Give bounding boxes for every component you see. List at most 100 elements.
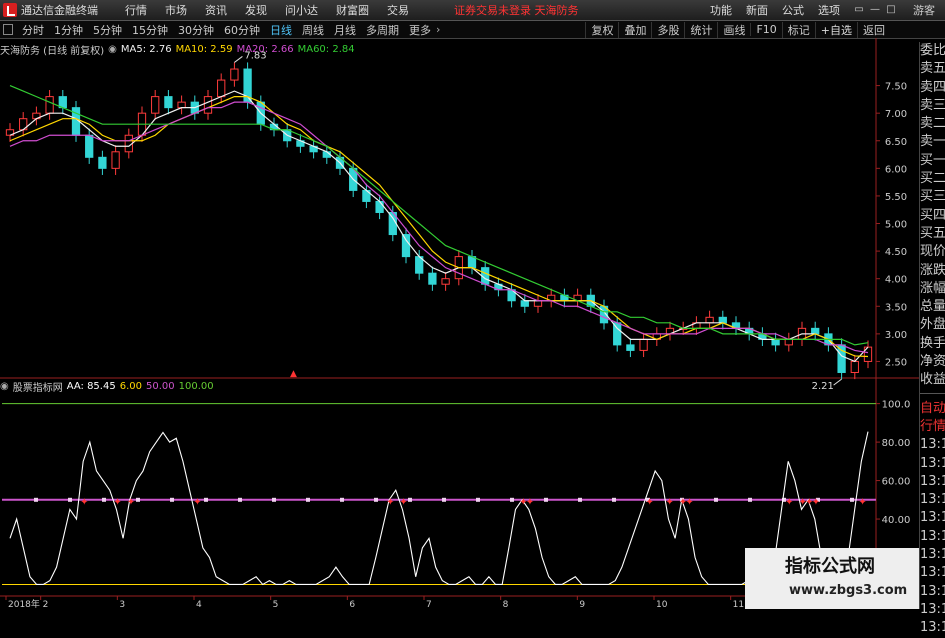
level-50-dot xyxy=(544,497,548,502)
candle xyxy=(745,321,754,341)
sidebar-field: 卖三 xyxy=(920,97,945,113)
high-annotation-pointer xyxy=(234,56,243,63)
sidebar-auto-quote[interactable]: 自动 xyxy=(920,400,945,418)
sidebar-time: 13:13 xyxy=(920,565,945,581)
sidebar-field: 买二 xyxy=(920,171,945,187)
level-50-dot xyxy=(408,497,412,502)
stock-chart[interactable]: 7.832.21▲ ✦ ✦ ✦ ✦ ✦ ✦ ✦✦ ✦ ✦ ✦✦ ✦ ✦✦✦ ✦ 7.507.006.50… xyxy=(0,0,919,609)
candle-body xyxy=(811,327,820,335)
level-50-dot xyxy=(442,497,446,502)
ma20-line xyxy=(9,101,869,354)
time-tick-label: 10 xyxy=(656,600,668,609)
level-50-dot xyxy=(136,497,140,502)
sidebar-time: 13:12 xyxy=(920,492,945,508)
cross-signal-icon: ✦ xyxy=(127,497,135,508)
price-tick-label: 3.50 xyxy=(885,302,907,313)
candle-body xyxy=(441,278,450,285)
price-tick-label: 6.00 xyxy=(885,164,907,175)
cross-signal-icon: ✦ xyxy=(646,497,654,508)
high-annotation: 7.83 xyxy=(244,50,266,61)
sidebar-time: 13:14 xyxy=(920,620,945,636)
time-tick-label: 2018年 xyxy=(8,598,40,609)
sidebar-time: 13:13 xyxy=(920,510,945,526)
candle-body xyxy=(230,68,239,81)
level-50-dot xyxy=(714,497,718,502)
price-tick-label: 6.50 xyxy=(885,137,907,148)
watermark: 指标公式网 www.zbgs3.com xyxy=(745,548,919,609)
level-50-dot xyxy=(578,497,582,502)
indicator-tick-label: 100.0 xyxy=(882,400,911,411)
candle xyxy=(164,90,173,115)
candle xyxy=(758,327,767,346)
cross-signal-icon: ✦ xyxy=(526,497,534,508)
candle-body xyxy=(533,300,543,307)
sidebar-field: 委比 xyxy=(920,43,945,58)
aa-line xyxy=(9,431,869,586)
time-tick-label: 3 xyxy=(119,600,125,609)
level-50-dot xyxy=(34,497,38,502)
quote-sidebar: 委比 卖五 卖四 卖三 卖二 卖一 买一 买二 买三 买四 买五 现价 涨跌 涨幅 总量 外盘 换手 净资 收益 自… xyxy=(919,42,945,635)
candle xyxy=(441,272,450,291)
price-tick-label: 4.50 xyxy=(885,247,907,258)
cross-signal-icon: ✦ xyxy=(665,497,673,508)
candle xyxy=(401,227,411,264)
candle xyxy=(863,340,873,369)
sidebar-field: 买五 xyxy=(920,225,945,241)
candle-body xyxy=(401,234,411,258)
candle xyxy=(203,90,213,120)
candle-body xyxy=(520,300,529,307)
candle-body xyxy=(98,156,107,169)
sidebar-field: 净资 xyxy=(920,354,945,370)
indicator-tick-label: 40.00 xyxy=(882,515,911,526)
level-50-dot xyxy=(476,497,480,502)
cross-signal-icon: ✦ xyxy=(80,497,88,508)
time-tick-label: 6 xyxy=(349,600,355,609)
price-tick-label: 7.50 xyxy=(885,82,907,93)
sidebar-time: 13:13 xyxy=(920,528,945,544)
watermark-title: 指标公式网 xyxy=(785,556,875,577)
sidebar-field: 买一 xyxy=(920,152,945,168)
level-50-dot xyxy=(612,497,616,502)
level-50-dot xyxy=(102,497,106,502)
signal-marker-icon: ▲ xyxy=(290,369,297,379)
watermark-url: www.zbgs3.com xyxy=(789,583,908,598)
time-tick-label: 4 xyxy=(196,600,202,609)
candle-body xyxy=(428,272,437,285)
candle-body xyxy=(203,96,213,114)
candle xyxy=(467,250,477,275)
sidebar-field: 涨跌 xyxy=(920,262,945,278)
sidebar-field: 涨幅 xyxy=(920,280,945,296)
candle xyxy=(731,316,741,335)
time-tick-label: 7 xyxy=(426,600,432,609)
indicator-tick-label: 60.00 xyxy=(882,477,911,488)
sidebar-field: 卖五 xyxy=(920,61,945,77)
candle xyxy=(111,145,120,175)
candle-body xyxy=(177,101,186,109)
candle-body xyxy=(164,96,173,109)
sidebar-field: 卖二 xyxy=(920,116,945,132)
sidebar-field: 总量 xyxy=(920,299,945,315)
candle xyxy=(652,327,661,346)
level-50-dot xyxy=(748,497,752,502)
price-tick-label: 4.00 xyxy=(885,275,907,286)
sidebar-field: 外盘 xyxy=(920,317,945,333)
cross-signal-icon: ✦ xyxy=(685,497,693,508)
candle-body xyxy=(784,338,793,346)
ma60-line xyxy=(9,85,869,346)
time-tick-label: 5 xyxy=(273,600,279,609)
time-tick-label: 2 xyxy=(43,600,49,609)
candle-body xyxy=(626,344,635,351)
level-50-dot xyxy=(306,497,310,502)
candle xyxy=(507,283,516,308)
candle xyxy=(639,332,648,358)
level-50-dot xyxy=(238,497,242,502)
candle xyxy=(428,266,437,291)
level-50-dot xyxy=(850,497,854,502)
sidebar-time: 13:13 xyxy=(920,583,945,599)
sidebar-field: 买四 xyxy=(920,207,945,223)
candle xyxy=(177,95,186,115)
candle xyxy=(573,288,582,308)
cross-signal-icon: ✦ xyxy=(858,497,866,508)
level-50-dot xyxy=(204,497,208,502)
sidebar-auto-quote[interactable]: 行情 xyxy=(920,418,945,436)
